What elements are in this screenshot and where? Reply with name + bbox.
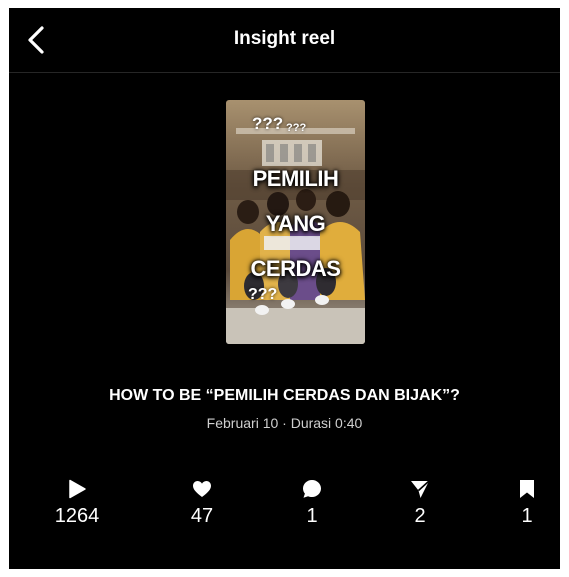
question-marks-bottom: ???: [248, 286, 278, 303]
stat-shares: 2: [380, 478, 460, 528]
stat-comments: 1: [272, 478, 352, 528]
page-title: Insight reel: [233, 28, 336, 49]
reel-thumbnail[interactable]: ??? ??? PEMILIH YANG CERDAS ???: [226, 100, 365, 344]
play-icon: [69, 479, 86, 499]
comments-count: 1: [306, 505, 318, 527]
question-marks-top-small: ???: [286, 122, 307, 134]
thumbnail-text-line1: PEMILIH: [252, 166, 339, 191]
stat-likes: 47: [162, 478, 242, 528]
thumbnail-text-line3: CERDAS: [250, 256, 341, 281]
comment-icon: [303, 480, 321, 498]
insight-reel-screen: Insight reel ??? ??? PEMILIH YANG CERDAS…: [9, 8, 560, 569]
reel-meta: Februari 10 · Durasi 0:40: [206, 415, 363, 431]
question-marks-top: ???: [252, 114, 284, 133]
plays-count: 1264: [54, 505, 100, 527]
likes-count: 47: [190, 505, 214, 527]
stat-saves: 1: [487, 478, 560, 528]
saves-count: 1: [521, 505, 533, 527]
shares-count: 2: [414, 505, 426, 527]
heart-icon: [193, 481, 211, 497]
send-icon: [411, 480, 430, 498]
stat-plays: 1264: [37, 478, 117, 528]
thumbnail-text-line2: YANG: [265, 211, 326, 236]
bookmark-icon: [520, 480, 534, 498]
reel-title: HOW TO BE “PEMILIH CERDAS DAN BIJAK”?: [109, 387, 460, 404]
header-bar: Insight reel: [9, 8, 560, 73]
